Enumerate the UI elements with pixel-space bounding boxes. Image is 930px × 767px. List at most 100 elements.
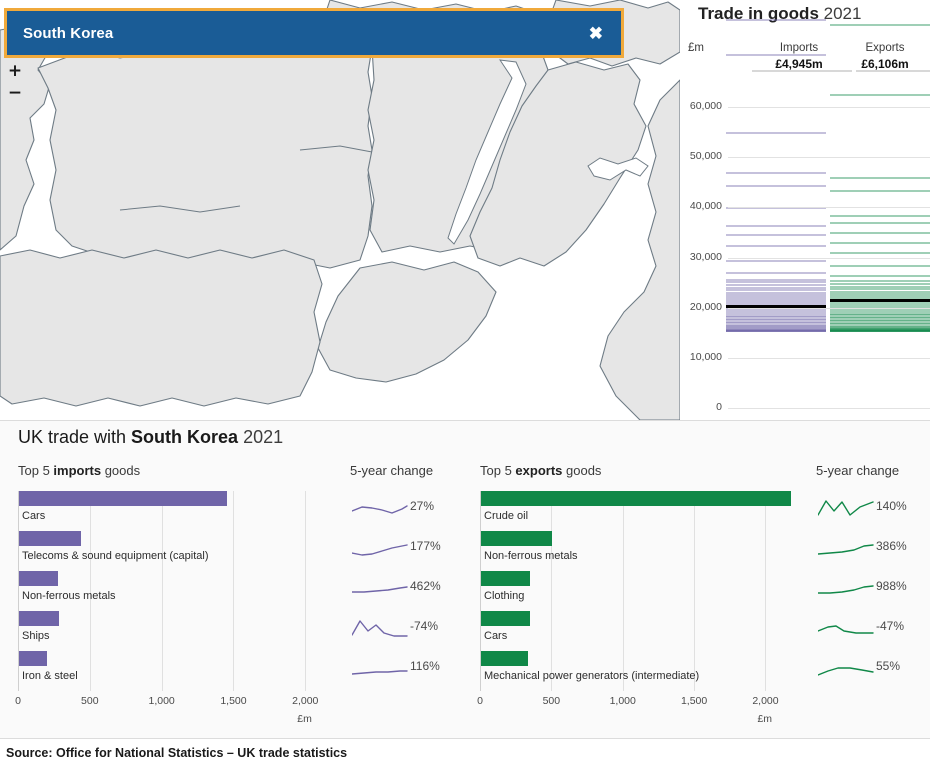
bar-axis-unit: £m [757,713,773,725]
trade-dashboard: South Korea ✖ + − Trade in goods 2021 £m… [0,0,930,767]
bar-category-label: Cars [484,630,508,642]
exports-sub-pre: Top 5 [480,463,516,478]
strip-tick-selected [726,305,826,309]
bar[interactable] [481,531,552,546]
strip-tick [830,329,930,332]
sparkline-percent: 140% [876,499,907,513]
sparkline-row: -47% [814,611,930,651]
sparkline-icon [818,544,874,555]
sparkline-icon [818,585,874,594]
bar-gridline [233,491,235,691]
strip-gridline [728,207,930,209]
bar-x-tick-label: 2,000 [292,695,319,707]
world-map[interactable] [0,0,680,420]
title-country: South Korea [131,427,239,447]
map-panel[interactable]: South Korea ✖ + − [0,0,680,420]
strip-tick [726,54,826,57]
bar-gridline [305,491,307,691]
strip-tick [726,280,826,283]
strip-tick [830,94,930,97]
bar[interactable] [19,531,81,546]
close-icon[interactable]: ✖ [585,23,607,44]
bar-gridline [694,491,696,691]
bar[interactable] [481,491,791,506]
bar[interactable] [19,611,59,626]
uk-trade-detail-panel: UK trade with South Korea 2021 Top 5 imp… [0,420,930,739]
bar-x-tick-label: 500 [81,695,99,707]
strip-tick [830,264,930,267]
bar-gridline [765,491,767,691]
exports-header-rule [856,70,930,72]
bar[interactable] [19,651,48,666]
strip-tick [830,279,930,282]
exports-subtitle: Top 5 exports goods [480,463,601,478]
sparkline-percent: 386% [876,539,907,553]
top-row: South Korea ✖ + − Trade in goods 2021 £m… [0,0,930,420]
strip-y-tick-label: 0 [716,401,722,413]
sparkline-percent: 177% [410,539,441,553]
bar[interactable] [481,611,530,626]
strip-tick [726,19,826,22]
sparkline-row: 462% [348,571,468,611]
zoom-in-button[interactable]: + [6,60,24,82]
strip-gridline [728,357,930,359]
strip-tick [830,232,930,235]
bar-category-label: Non-ferrous metals [484,550,578,562]
strip-exports-header: Exports £6,106m [840,42,930,71]
map-zoom-controls[interactable]: + − [6,60,26,104]
selected-country-name: South Korea [23,24,114,42]
imports-header-rule [752,70,852,72]
sparkline-row: -74% [348,611,468,651]
sparkline-icon [818,500,874,516]
strip-title-year: 2021 [823,4,862,23]
strip-plot: 0 10,000 20,000 30,000 40,000 50,000 60,000 [680,19,930,420]
bar-category-label: Iron & steel [22,670,78,682]
sparkline-percent: 27% [410,499,435,513]
strip-tick [830,242,930,245]
sparkline-percent: 988% [876,579,907,593]
sparkline-percent: 116% [410,659,440,673]
bar[interactable] [19,571,59,586]
strip-y-tick-label: 50,000 [689,150,722,163]
bar-category-label: Clothing [484,590,525,602]
imports-bar-chart: 0 500 1,000 1,500 2,000 Cars Telecoms & sound … [15,491,338,725]
sparkline-percent: -47% [876,619,905,633]
strip-tick [726,259,826,262]
strip-gridline [728,157,930,159]
sparkline-row: 55% [814,651,930,691]
strip-tick-selected [830,299,930,303]
bar[interactable] [481,651,529,666]
bar[interactable] [19,491,228,506]
bar-category-label: Ships [22,630,50,642]
bar-axis-unit: £m [297,713,312,725]
bar-x-tick-label: 2,000 [752,695,779,707]
strip-imports-label: Imports [779,42,819,54]
strip-y-tick-label: 10,000 [689,350,722,363]
bar-category-label: Cars [22,510,46,522]
bar-gridline [551,491,553,691]
strip-tick [726,244,826,247]
strip-exports-value: £6,106m [861,57,909,71]
strip-tick [726,131,826,134]
sparkline-row: 386% [814,531,930,571]
sparkline-icon [352,670,408,675]
bar-category-label: Mechanical power generators (intermediat… [484,670,700,682]
sparkline-icon [352,544,408,556]
strip-gridline [728,257,930,259]
imports-sub-pre: Top 5 [18,463,54,478]
bar[interactable] [481,571,531,586]
exports-change-header: 5-year change [816,463,900,478]
imports-subtitle: Top 5 imports goods [18,463,140,478]
bar-category-label: Non-ferrous metals [22,590,116,602]
sparkline-percent: 462% [410,579,441,593]
zoom-out-button[interactable]: − [6,82,24,104]
selected-country-banner[interactable]: South Korea ✖ [4,8,624,58]
strip-tick [726,283,826,286]
strip-imports-value: £4,945m [775,57,823,71]
bar-category-label: Crude oil [484,510,529,522]
bar-x-tick-label: 1,000 [609,695,636,707]
sparkline-row: 116% [348,651,468,691]
strip-gridline [728,408,930,409]
strip-y-tick-label: 20,000 [689,300,722,313]
imports-sparkline-column: 27% 177% 462% -74% 116% [348,491,468,713]
